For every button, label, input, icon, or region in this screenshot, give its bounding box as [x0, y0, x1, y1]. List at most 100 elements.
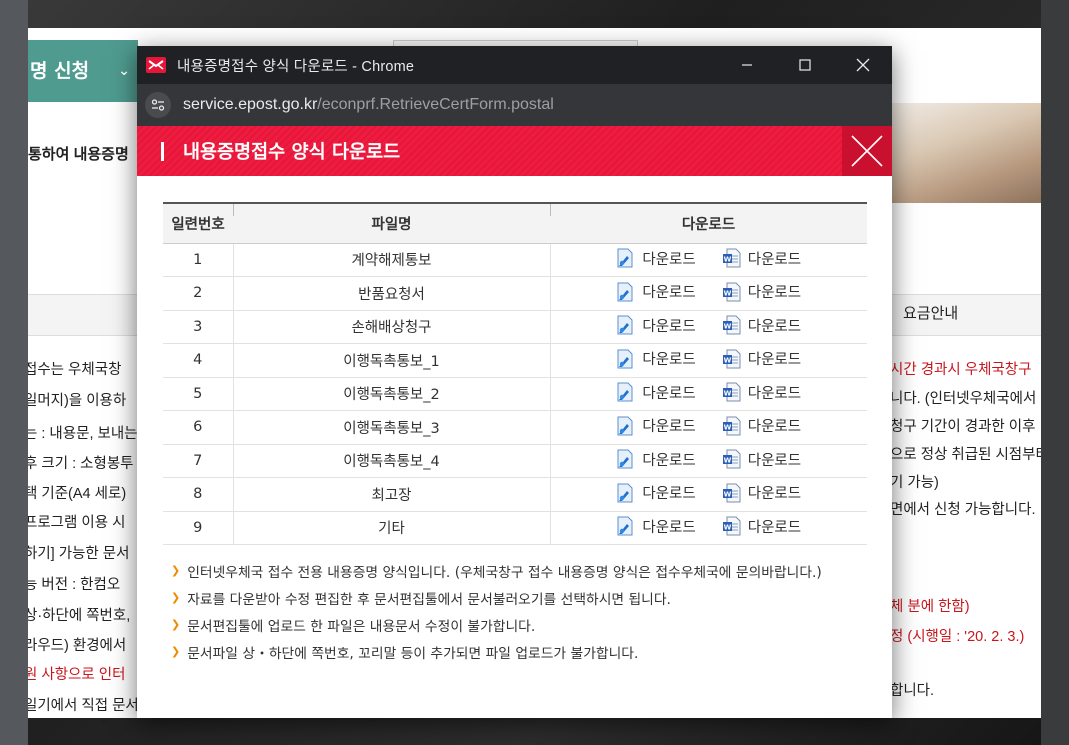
- bullet-arrow-icon: ❯: [171, 645, 181, 658]
- download-label: 다운로드: [747, 318, 802, 335]
- background-right-line: 면에서 신청 가능합니다.: [890, 502, 1036, 518]
- hwp-download-link[interactable]: 다운로드: [616, 248, 696, 269]
- download-label: 다운로드: [642, 385, 696, 402]
- background-left-line: 하기] 가능한 문서: [28, 546, 130, 562]
- hwp-download-link[interactable]: 다운로드: [616, 281, 696, 302]
- download-cell: 다운로드 W 다운로드: [549, 310, 867, 344]
- hwp-download-link[interactable]: 다운로드: [616, 315, 696, 336]
- background-left-line: 택 기준(A4 세로): [28, 486, 127, 502]
- background-nav-button[interactable]: 명 신청 ⌄: [28, 40, 138, 102]
- minimize-button[interactable]: [718, 46, 776, 84]
- form-download-table: 일련번호 파일명 다운로드 1 계약해제통보 다운로드 W 다운로드 2 반품요청서 다운로드…: [163, 202, 867, 545]
- chevron-down-icon: ⌄: [118, 63, 130, 79]
- hwp-file-icon: [616, 382, 634, 402]
- hwp-download-link[interactable]: 다운로드: [616, 382, 696, 403]
- hwp-download-link[interactable]: 다운로드: [616, 348, 696, 369]
- serial-no-cell: 7: [163, 444, 233, 478]
- background-left-line: 는 : 내용문, 보내는: [28, 426, 138, 442]
- file-name-cell: 손해배상청구: [232, 310, 550, 344]
- doc-download-link[interactable]: W 다운로드: [722, 449, 801, 470]
- background-left-line: 상·하단에 쪽번호,: [28, 608, 131, 624]
- serial-no-cell: 6: [163, 410, 233, 445]
- doc-download-link[interactable]: W 다운로드: [722, 516, 801, 537]
- download-label: 다운로드: [642, 285, 696, 301]
- header-serial-no: 일련번호: [163, 203, 233, 244]
- url-path: /econprf.RetrieveCertForm.postal: [317, 96, 554, 113]
- hwp-file-icon: [616, 349, 634, 369]
- site-info-icon[interactable]: [145, 92, 171, 118]
- maximize-icon: [799, 59, 811, 71]
- hwp-download-link[interactable]: 다운로드: [616, 482, 696, 503]
- hwp-file-icon: [616, 483, 634, 503]
- hwp-download-link[interactable]: 다운로드: [616, 449, 696, 470]
- hwp-file-icon: [616, 248, 634, 268]
- hwp-download-link[interactable]: 다운로드: [616, 415, 696, 436]
- background-banner-image: [888, 103, 1041, 203]
- table-row: 4 이행독촉통보_1 다운로드 W 다운로드: [163, 343, 867, 378]
- file-name-cell: 기타: [232, 511, 550, 545]
- download-label: 다운로드: [642, 486, 696, 502]
- window-titlebar[interactable]: 내용증명접수 양식 다운로드 - Chrome: [137, 46, 892, 84]
- svg-text:W: W: [723, 423, 731, 431]
- background-right-line: 시간 경과시 우체국창구: [890, 362, 1032, 378]
- download-cell: 다운로드 W 다운로드: [549, 276, 867, 311]
- serial-no-cell: 4: [163, 343, 233, 378]
- svg-text:W: W: [723, 457, 731, 465]
- close-popup-button[interactable]: [842, 126, 892, 176]
- svg-text:W: W: [723, 490, 731, 498]
- doc-download-link[interactable]: W 다운로드: [722, 415, 801, 436]
- doc-download-link[interactable]: W 다운로드: [722, 348, 801, 369]
- background-right-line: 청구 기간이 경과한 이후: [890, 419, 1036, 435]
- close-icon: [856, 58, 870, 72]
- address-bar[interactable]: service.epost.go.kr/econprf.RetrieveCert…: [137, 84, 892, 126]
- background-right-line: 기 가능): [890, 475, 939, 491]
- download-cell: 다운로드 W 다운로드: [549, 243, 867, 277]
- serial-no-cell: 2: [163, 276, 233, 311]
- header-download: 다운로드: [550, 203, 867, 244]
- table-row: 2 반품요청서 다운로드 W 다운로드: [163, 276, 867, 311]
- download-label: 다운로드: [642, 318, 696, 335]
- maximize-button[interactable]: [776, 46, 834, 84]
- file-name-cell: 이행독촉통보_4: [232, 444, 550, 478]
- background-left-line: 원 사항으로 인터: [28, 667, 126, 683]
- doc-download-link[interactable]: W 다운로드: [722, 248, 801, 269]
- file-name-cell: 이행독촉통보_2: [232, 377, 550, 411]
- page-header: 내용증명접수 양식 다운로드: [137, 126, 892, 176]
- background-left-line: 라우드) 환경에서: [28, 638, 127, 654]
- doc-download-link[interactable]: W 다운로드: [722, 315, 801, 336]
- hwp-download-link[interactable]: 다운로드: [616, 516, 696, 537]
- close-window-button[interactable]: [834, 46, 892, 84]
- background-left-line: 일기에서 직접 문서: [28, 698, 139, 714]
- download-label: 다운로드: [747, 352, 802, 368]
- notice-item: ❯ 문서편집툴에 업로드 한 파일은 내용문서 수정이 불가합니다.: [163, 611, 866, 638]
- background-right-line: 니다. (인터넷우체국에서: [890, 391, 1037, 407]
- notice-item: ❯ 인터넷우체국 접수 전용 내용증명 양식입니다. (우체국창구 접수 내용증명…: [163, 557, 866, 584]
- notice-list: ❯ 인터넷우체국 접수 전용 내용증명 양식입니다. (우체국창구 접수 내용증명…: [163, 557, 866, 665]
- doc-download-link[interactable]: W 다운로드: [722, 281, 801, 302]
- table-header-row: 일련번호 파일명 다운로드: [163, 203, 867, 244]
- svg-text:W: W: [723, 289, 731, 297]
- download-cell: 다운로드 W 다운로드: [549, 410, 867, 445]
- background-tab-fee[interactable]: 요금안내: [903, 302, 958, 323]
- bullet-arrow-icon: ❯: [171, 591, 181, 604]
- hwp-file-icon: [616, 416, 634, 436]
- download-cell: 다운로드 W 다운로드: [549, 477, 867, 512]
- serial-no-cell: 9: [163, 511, 233, 545]
- download-cell: 다운로드 W 다운로드: [549, 343, 867, 378]
- doc-download-link[interactable]: W 다운로드: [722, 382, 801, 403]
- table-row: 1 계약해제통보 다운로드 W 다운로드: [163, 243, 867, 277]
- download-label: 다운로드: [642, 419, 696, 435]
- download-cell: 다운로드 W 다운로드: [549, 511, 867, 545]
- download-label: 다운로드: [642, 352, 696, 368]
- download-label: 다운로드: [642, 251, 696, 268]
- serial-no-cell: 8: [163, 477, 233, 512]
- doc-download-link[interactable]: W 다운로드: [722, 482, 801, 503]
- file-name-cell: 반품요청서: [232, 276, 550, 311]
- word-file-icon: W: [722, 382, 741, 402]
- url-text: service.epost.go.kr/econprf.RetrieveCert…: [183, 96, 554, 114]
- word-file-icon: W: [722, 315, 741, 335]
- close-icon: [851, 135, 883, 167]
- download-label: 다운로드: [747, 251, 802, 268]
- background-intro-text: 통하여 내용증명: [28, 146, 129, 163]
- download-label: 다운로드: [642, 519, 696, 536]
